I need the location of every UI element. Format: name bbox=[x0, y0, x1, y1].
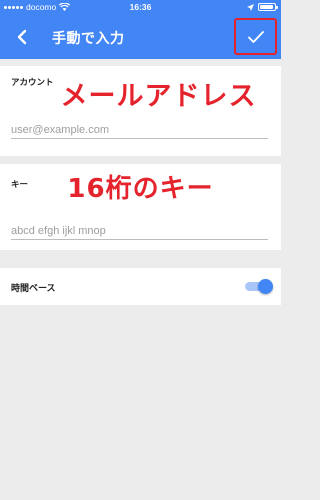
toggle-thumb bbox=[258, 279, 273, 294]
confirm-button[interactable] bbox=[234, 18, 277, 55]
key-input[interactable] bbox=[11, 222, 268, 240]
battery-icon bbox=[258, 3, 278, 11]
battery-fill bbox=[260, 5, 274, 9]
time-based-card: 時間ベース bbox=[0, 268, 281, 305]
status-right bbox=[247, 3, 278, 11]
location-arrow-icon bbox=[247, 3, 254, 11]
check-icon bbox=[247, 30, 264, 43]
account-annotation: メールアドレス bbox=[60, 81, 257, 112]
account-card: アカウント メールアドレス bbox=[0, 66, 281, 156]
status-bar: docomo 16:36 bbox=[0, 0, 281, 14]
key-card: キー 16桁のキー bbox=[0, 164, 281, 250]
time-based-toggle[interactable] bbox=[244, 279, 273, 294]
app-bar: 手動で入力 bbox=[0, 14, 281, 59]
status-time: 16:36 bbox=[129, 2, 152, 12]
key-annotation: 16桁のキー bbox=[67, 174, 214, 204]
back-button[interactable] bbox=[8, 23, 36, 51]
page-title: 手動で入力 bbox=[52, 31, 125, 47]
account-input[interactable] bbox=[11, 121, 268, 139]
back-arrow-icon bbox=[17, 29, 27, 45]
time-based-label: 時間ベース bbox=[11, 284, 56, 294]
